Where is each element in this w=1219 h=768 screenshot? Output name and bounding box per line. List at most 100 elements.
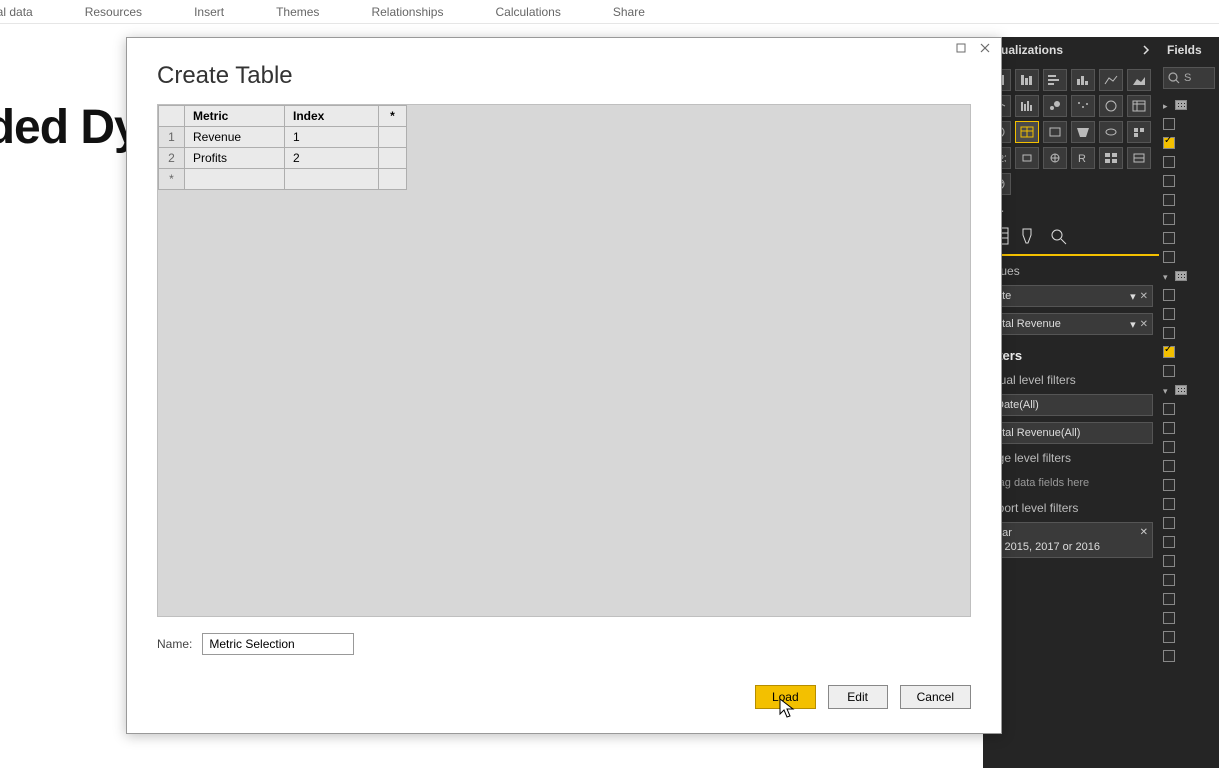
cell[interactable]: Revenue: [185, 127, 285, 148]
cell[interactable]: 1: [285, 127, 379, 148]
checkbox-icon[interactable]: [1163, 650, 1175, 662]
field-item[interactable]: [1159, 285, 1219, 304]
cell[interactable]: [379, 127, 407, 148]
field-well[interactable]: otal Revenue ▾✕: [989, 313, 1153, 335]
field-item[interactable]: [1159, 152, 1219, 171]
filter-card[interactable]: Date(All): [989, 394, 1153, 416]
edit-button[interactable]: Edit: [828, 685, 888, 709]
new-row[interactable]: *: [159, 169, 407, 190]
checkbox-icon[interactable]: [1163, 232, 1175, 244]
checkbox-icon[interactable]: [1163, 479, 1175, 491]
field-item[interactable]: [1159, 361, 1219, 380]
field-item[interactable]: [1159, 627, 1219, 646]
cell[interactable]: Profits: [185, 148, 285, 169]
field-item[interactable]: [1159, 418, 1219, 437]
cell[interactable]: [379, 169, 407, 190]
visualizations-header[interactable]: isualizations: [983, 37, 1159, 63]
viz-type-icon[interactable]: [1099, 147, 1123, 169]
field-item[interactable]: [1159, 399, 1219, 418]
report-filter-card[interactable]: ✕ ear s 2015, 2017 or 2016: [989, 522, 1153, 558]
field-item[interactable]: [1159, 570, 1219, 589]
cell[interactable]: [185, 169, 285, 190]
checkbox-icon[interactable]: [1163, 536, 1175, 548]
field-item[interactable]: [1159, 304, 1219, 323]
ribbon-tab[interactable]: rnal data: [0, 5, 49, 19]
field-item[interactable]: [1159, 532, 1219, 551]
maximize-button[interactable]: [949, 40, 973, 56]
cell[interactable]: [379, 148, 407, 169]
field-item[interactable]: [1159, 608, 1219, 627]
checkbox-icon[interactable]: [1163, 631, 1175, 643]
ribbon-tab[interactable]: Themes: [260, 5, 335, 19]
viz-type-icon[interactable]: [1071, 95, 1095, 117]
field-well[interactable]: ate ▾✕: [989, 285, 1153, 307]
viz-type-icon[interactable]: [1071, 69, 1095, 91]
field-item[interactable]: [1159, 133, 1219, 152]
viz-type-icon[interactable]: [1127, 69, 1151, 91]
format-tab-icon[interactable]: [1019, 227, 1039, 250]
ribbon-tab[interactable]: Calculations: [479, 5, 576, 19]
ribbon-tab[interactable]: Resources: [69, 5, 158, 19]
remove-filter-icon[interactable]: ✕: [1140, 527, 1148, 538]
field-item[interactable]: [1159, 437, 1219, 456]
checkbox-icon[interactable]: [1163, 517, 1175, 529]
field-item[interactable]: [1159, 456, 1219, 475]
checkbox-icon[interactable]: [1163, 194, 1175, 206]
ribbon-tab[interactable]: Share: [597, 5, 661, 19]
ribbon-tab[interactable]: Insert: [178, 5, 240, 19]
viz-type-icon[interactable]: [1099, 69, 1123, 91]
table-row[interactable]: ▾: [1159, 266, 1219, 285]
viz-type-icon[interactable]: [1043, 95, 1067, 117]
load-button[interactable]: Load: [755, 685, 816, 709]
checkbox-icon[interactable]: [1163, 612, 1175, 624]
add-row-button[interactable]: *: [159, 169, 185, 190]
field-item[interactable]: [1159, 342, 1219, 361]
cell[interactable]: [285, 169, 379, 190]
checkbox-icon[interactable]: [1163, 555, 1175, 567]
checkbox-icon[interactable]: [1163, 460, 1175, 472]
checkbox-icon[interactable]: [1163, 251, 1175, 263]
viz-type-icon[interactable]: [1015, 147, 1039, 169]
viz-type-icon[interactable]: [1015, 69, 1039, 91]
chevron-down-icon[interactable]: ▾: [1130, 290, 1136, 303]
checkbox-icon[interactable]: [1163, 175, 1175, 187]
field-item[interactable]: [1159, 228, 1219, 247]
viz-type-icon[interactable]: [1043, 69, 1067, 91]
viz-more-icon[interactable]: …: [983, 197, 1159, 217]
close-button[interactable]: [973, 40, 997, 56]
cancel-button[interactable]: Cancel: [900, 685, 971, 709]
viz-type-icon[interactable]: [1071, 121, 1095, 143]
checkbox-icon[interactable]: [1163, 308, 1175, 320]
fields-search-input[interactable]: S: [1163, 67, 1215, 89]
checkbox-icon[interactable]: [1163, 327, 1175, 339]
field-item[interactable]: [1159, 114, 1219, 133]
add-column-button[interactable]: *: [379, 106, 407, 127]
ribbon-tab[interactable]: Relationships: [355, 5, 459, 19]
field-item[interactable]: [1159, 513, 1219, 532]
table-editor[interactable]: Metric Index * 1 Revenue 1 2 Profits 2 *: [157, 104, 971, 617]
field-item[interactable]: [1159, 209, 1219, 228]
viz-type-icon[interactable]: [1127, 95, 1151, 117]
table-name-input[interactable]: [202, 633, 354, 655]
viz-type-icon[interactable]: [1127, 147, 1151, 169]
table-row[interactable]: ▾: [1159, 380, 1219, 399]
checkbox-icon[interactable]: [1163, 593, 1175, 605]
checkbox-icon[interactable]: [1163, 213, 1175, 225]
checkbox-icon[interactable]: [1163, 346, 1175, 358]
field-item[interactable]: [1159, 646, 1219, 665]
field-item[interactable]: [1159, 551, 1219, 570]
fields-header[interactable]: Fields: [1159, 37, 1219, 63]
checkbox-icon[interactable]: [1163, 574, 1175, 586]
viz-type-icon[interactable]: [1099, 121, 1123, 143]
column-header[interactable]: Index: [285, 106, 379, 127]
checkbox-icon[interactable]: [1163, 137, 1175, 149]
viz-type-icon[interactable]: [1127, 121, 1151, 143]
column-header[interactable]: Metric: [185, 106, 285, 127]
checkbox-icon[interactable]: [1163, 441, 1175, 453]
viz-type-icon[interactable]: R: [1071, 147, 1095, 169]
field-item[interactable]: [1159, 494, 1219, 513]
checkbox-icon[interactable]: [1163, 422, 1175, 434]
viz-type-icon[interactable]: [1015, 121, 1039, 143]
cell[interactable]: 2: [285, 148, 379, 169]
field-item[interactable]: [1159, 323, 1219, 342]
